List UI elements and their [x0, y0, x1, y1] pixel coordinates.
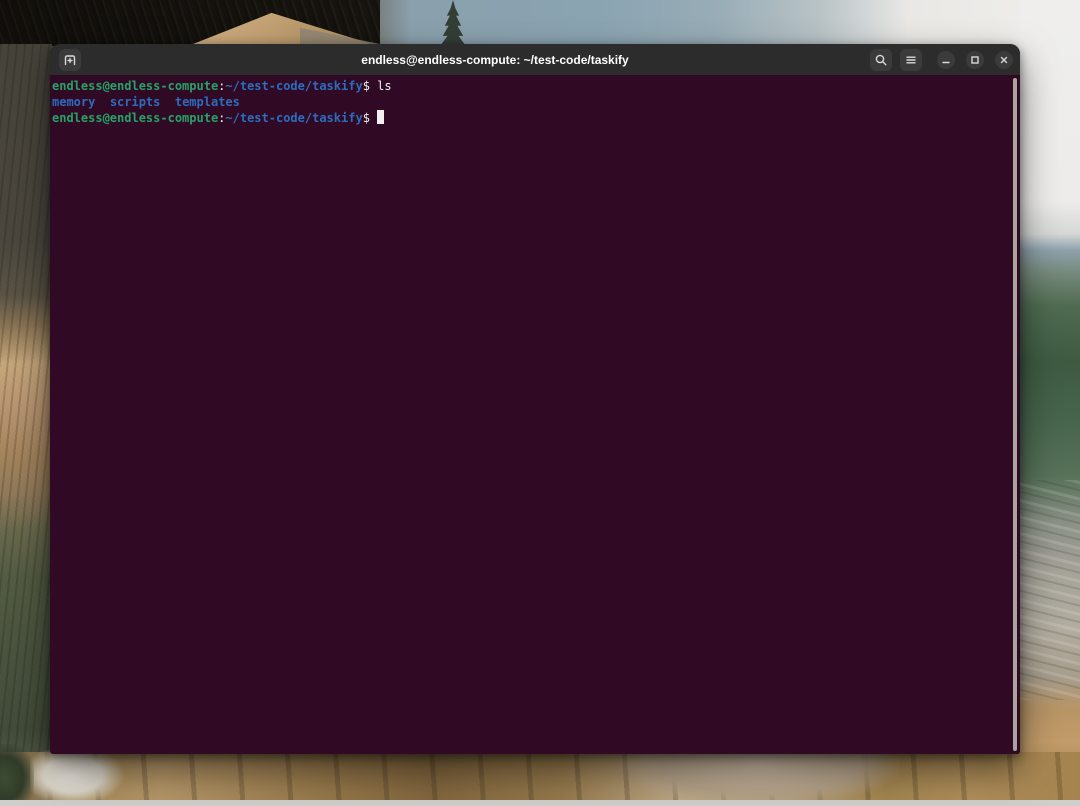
new-tab-icon: [63, 53, 77, 67]
minimize-button[interactable]: [937, 51, 955, 69]
terminal-text-segment: endless@endless-compute: [52, 111, 218, 125]
desktop: endless@endless-compute: ~/test-code/tas…: [0, 0, 1080, 806]
terminal-text-segment: ~/test-code/taskify: [225, 79, 362, 93]
window-header-bar[interactable]: endless@endless-compute: ~/test-code/tas…: [50, 44, 1020, 75]
search-button[interactable]: [870, 49, 892, 71]
terminal-text-segment: scripts: [110, 95, 161, 109]
screen-bottom-edge: [0, 800, 1080, 806]
terminal-line: endless@endless-compute:~/test-code/task…: [52, 110, 1012, 126]
terminal-line: endless@endless-compute:~/test-code/task…: [52, 79, 1012, 95]
maximize-button[interactable]: [966, 51, 984, 69]
window-title: endless@endless-compute: ~/test-code/tas…: [170, 53, 820, 67]
search-icon: [874, 53, 888, 67]
terminal-text-segment: endless@endless-compute: [52, 79, 218, 93]
new-tab-button[interactable]: [59, 49, 81, 71]
wallpaper-hut-left-texture: [0, 44, 52, 806]
terminal-scrollbar[interactable]: [1013, 78, 1017, 751]
wallpaper-white-sculpture: [30, 750, 125, 806]
hamburger-menu-icon: [904, 53, 918, 67]
terminal-text-segment: $: [363, 111, 377, 125]
terminal-lines[interactable]: endless@endless-compute:~/test-code/task…: [50, 75, 1020, 754]
terminal-line: memory scripts templates: [52, 95, 1012, 111]
terminal-text-segment: ~/test-code/taskify: [225, 111, 362, 125]
terminal-text-segment: templates: [175, 95, 240, 109]
close-button[interactable]: [995, 51, 1013, 69]
wallpaper-rocks-texture: [1020, 480, 1080, 700]
terminal-text-segment: ls: [377, 79, 391, 93]
terminal-text-segment: [160, 95, 174, 109]
close-icon: [998, 54, 1010, 66]
wallpaper-boulder: [620, 750, 900, 806]
terminal-text-segment: $: [363, 79, 377, 93]
minimize-icon: [940, 54, 952, 66]
wallpaper-plant: [0, 744, 34, 806]
terminal-window: endless@endless-compute: ~/test-code/tas…: [50, 44, 1020, 754]
menu-button[interactable]: [900, 49, 922, 71]
maximize-icon: [969, 54, 981, 66]
terminal-text-segment: [95, 95, 109, 109]
terminal-cursor: [377, 110, 384, 124]
wallpaper-wood-planks: [0, 752, 1080, 806]
terminal-text-segment: memory: [52, 95, 95, 109]
